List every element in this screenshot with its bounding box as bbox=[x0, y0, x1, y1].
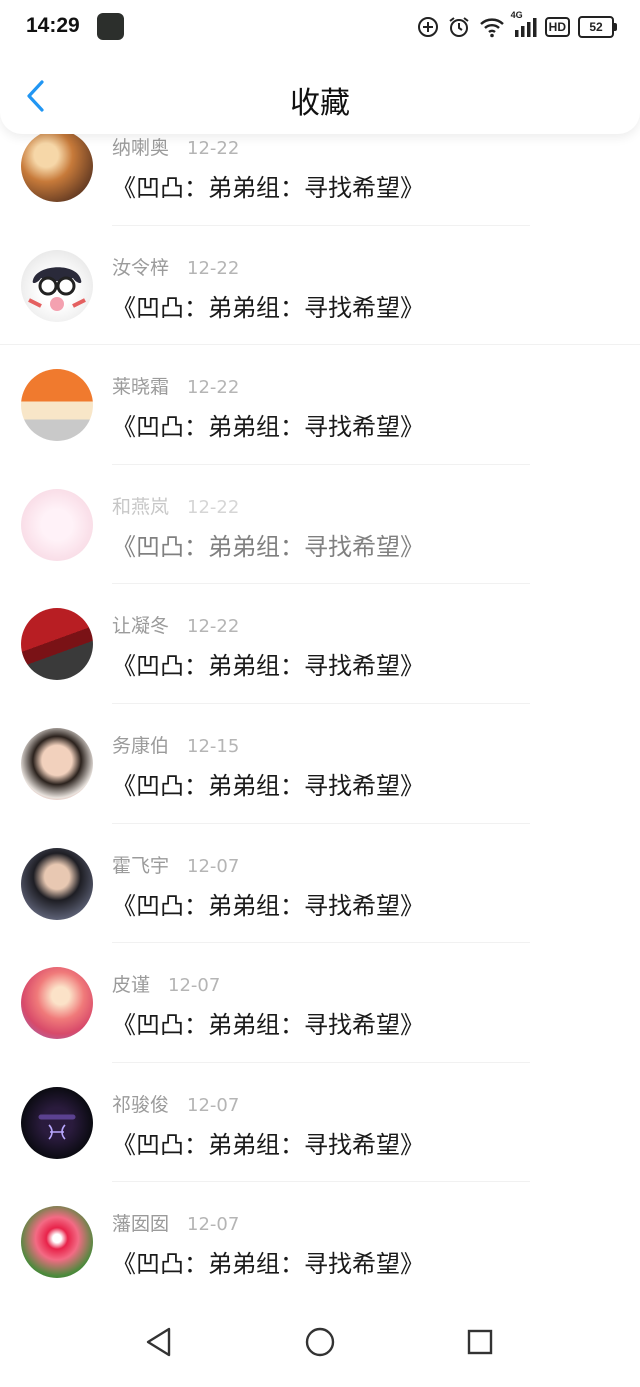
alarm-icon bbox=[449, 17, 469, 37]
item-date: 12-15 bbox=[187, 735, 240, 757]
app-notification-icon bbox=[97, 13, 124, 40]
list-item[interactable]: 祁骏俊 12-07 《凹凸：弟弟组：寻找希望》 bbox=[0, 1063, 640, 1183]
system-nav-bar bbox=[0, 1297, 640, 1387]
author-name: 皮谨 bbox=[112, 974, 151, 997]
item-title: 《凹凸：弟弟组：寻找希望》 bbox=[112, 1250, 424, 1279]
item-date: 12-07 bbox=[187, 855, 240, 877]
item-title: 《凹凸：弟弟组：寻找希望》 bbox=[112, 532, 424, 561]
author-name: 务康伯 bbox=[112, 734, 170, 757]
triangle-back-icon bbox=[146, 1327, 171, 1357]
pisces-sign-icon bbox=[38, 1114, 76, 1140]
nav-recents-button[interactable] bbox=[462, 1324, 498, 1360]
item-date: 12-22 bbox=[187, 616, 240, 638]
avatar[interactable] bbox=[21, 967, 93, 1040]
item-title: 《凹凸：弟弟组：寻找希望》 bbox=[112, 891, 424, 920]
item-title: 《凹凸：弟弟组：寻找希望》 bbox=[112, 1011, 424, 1040]
item-date: 12-22 bbox=[187, 257, 240, 279]
list-item[interactable]: 霍飞宇 12-07 《凹凸：弟弟组：寻找希望》 bbox=[0, 824, 640, 944]
item-title: 《凹凸：弟弟组：寻找希望》 bbox=[112, 652, 424, 681]
author-name: 祁骏俊 bbox=[112, 1093, 170, 1116]
item-title: 《凹凸：弟弟组：寻找希望》 bbox=[112, 1130, 424, 1159]
circle-home-icon bbox=[305, 1327, 335, 1357]
item-date: 12-07 bbox=[187, 1214, 240, 1236]
list-item[interactable]: 汝令梓 12-22 《凹凸：弟弟组：寻找希望》 bbox=[0, 226, 640, 346]
author-name: 纳喇奥 bbox=[112, 137, 170, 159]
nav-back-button[interactable] bbox=[141, 1324, 177, 1360]
item-date: 12-07 bbox=[187, 1094, 240, 1116]
author-name: 藩囡囡 bbox=[112, 1213, 170, 1236]
avatar[interactable] bbox=[21, 369, 93, 442]
avatar[interactable] bbox=[21, 727, 93, 800]
avatar[interactable] bbox=[21, 249, 93, 322]
item-date: 12-22 bbox=[187, 377, 240, 399]
hd-badge: HD bbox=[544, 17, 570, 37]
cellular-signal-icon: 4G bbox=[511, 10, 537, 38]
avatar[interactable] bbox=[21, 1086, 93, 1159]
list-item[interactable]: 务康伯 12-15 《凹凸：弟弟组：寻找希望》 bbox=[0, 704, 640, 824]
network-type: 4G bbox=[510, 10, 523, 20]
item-date: 12-07 bbox=[168, 975, 221, 997]
item-date: 12-22 bbox=[187, 496, 240, 518]
item-title: 《凹凸：弟弟组：寻找希望》 bbox=[112, 413, 424, 442]
status-time: 14:29 bbox=[26, 14, 80, 37]
avatar[interactable] bbox=[21, 1206, 93, 1279]
item-title: 《凹凸：弟弟组：寻找希望》 bbox=[112, 771, 424, 800]
wifi-icon bbox=[479, 18, 504, 38]
list-item[interactable]: 让凝冬 12-22 《凹凸：弟弟组：寻找希望》 bbox=[0, 584, 640, 704]
cartoon-avatar-icon bbox=[28, 266, 86, 311]
data-saver-icon bbox=[417, 17, 438, 37]
author-name: 莱晓霜 bbox=[112, 376, 170, 399]
avatar[interactable] bbox=[21, 608, 93, 681]
author-name: 霍飞宇 bbox=[112, 854, 170, 877]
list-item[interactable]: 藩囡囡 12-07 《凹凸：弟弟组：寻找希望》 bbox=[0, 1182, 640, 1302]
status-icons: 4G HD 52 bbox=[417, 10, 617, 42]
item-date: 12-22 bbox=[187, 138, 240, 159]
list-item[interactable]: 莱晓霜 12-22 《凹凸：弟弟组：寻找希望》 bbox=[0, 345, 640, 465]
avatar[interactable] bbox=[21, 130, 93, 202]
author-name: 和燕岚 bbox=[112, 495, 170, 518]
favorites-list: 纳喇奥 12-22 《凹凸：弟弟组：寻找希望》 汝令梓 12-22 《凹凸：弟弟组：… bbox=[0, 106, 640, 1302]
author-name: 汝令梓 bbox=[112, 256, 170, 279]
avatar[interactable] bbox=[21, 847, 93, 920]
battery-icon: 52 bbox=[578, 16, 617, 38]
nav-home-button[interactable] bbox=[302, 1324, 338, 1360]
square-recents-icon bbox=[467, 1329, 493, 1355]
app-header: 收藏 bbox=[0, 54, 640, 134]
item-title: 《凹凸：弟弟组：寻找希望》 bbox=[112, 293, 424, 322]
avatar[interactable] bbox=[21, 488, 93, 561]
list-item[interactable]: 皮谨 12-07 《凹凸：弟弟组：寻找希望》 bbox=[0, 943, 640, 1063]
list-item[interactable]: 和燕岚 12-22 《凹凸：弟弟组：寻找希望》 bbox=[0, 465, 640, 585]
item-title: 《凹凸：弟弟组：寻找希望》 bbox=[112, 174, 424, 202]
page-title: 收藏 bbox=[290, 86, 350, 121]
author-name: 让凝冬 bbox=[112, 615, 170, 638]
status-bar: 14:29 4G HD 52 bbox=[0, 0, 640, 54]
